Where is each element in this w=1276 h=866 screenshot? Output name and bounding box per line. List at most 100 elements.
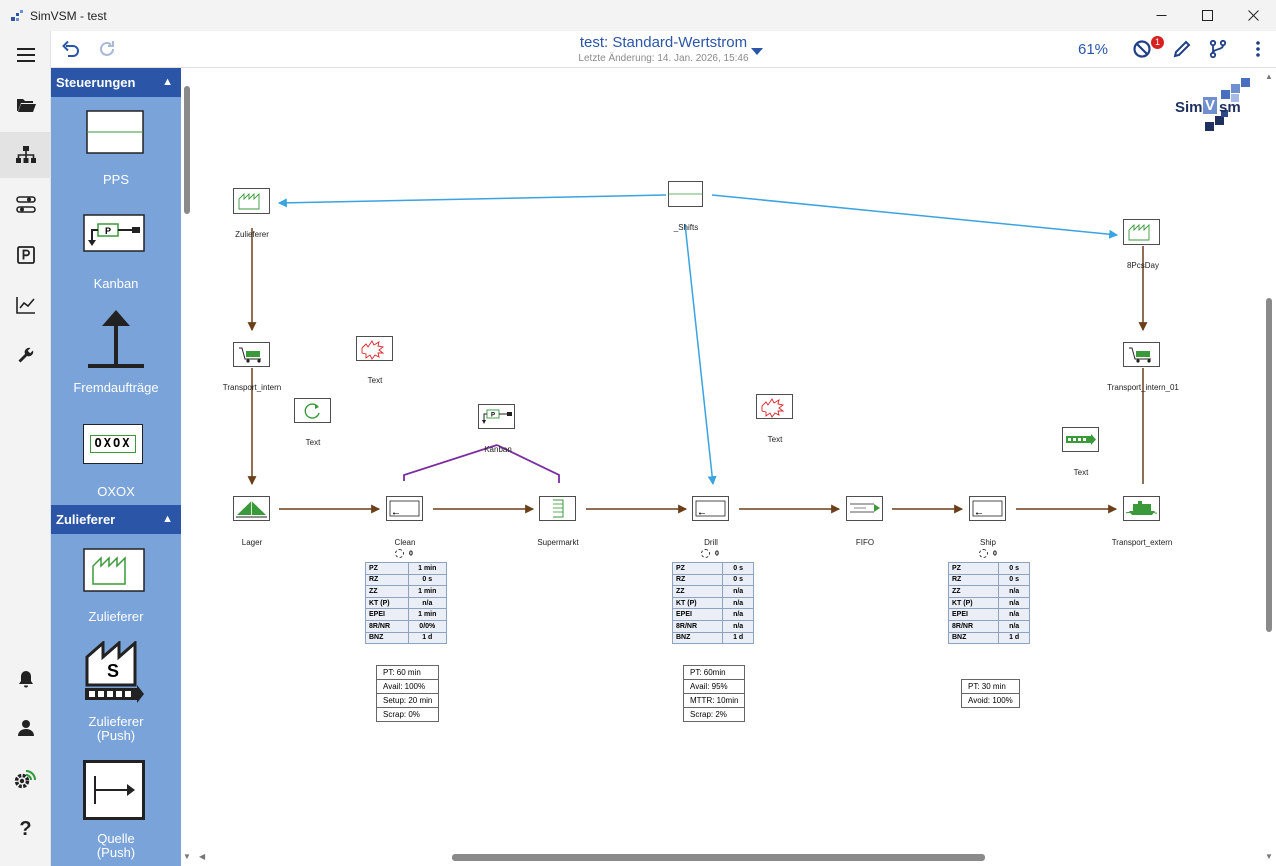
node-fifo[interactable]: [846, 496, 883, 521]
canvas-horizontal-scrollbar[interactable]: ◀: [193, 850, 1262, 866]
folder-icon: [16, 99, 36, 112]
param-row: Setup: 20 min: [375, 693, 440, 708]
process-metric-name: ZZ: [365, 585, 409, 598]
process-metric-value: n/a: [998, 619, 1030, 633]
palette-item-label: OXOX: [97, 484, 135, 499]
palette-item-label: Zulieferer: [88, 609, 144, 624]
minimize-button[interactable]: [1138, 0, 1184, 31]
diagram-canvas[interactable]: Sim V sm Zulieferer _Shifts 8PcsDay Tran…: [181, 68, 1276, 866]
rail-parking-button[interactable]: [0, 232, 51, 278]
node-transport-extern[interactable]: [1123, 496, 1160, 521]
process-table-row: ZZ n/a: [671, 585, 754, 598]
palette-item-zulieferer[interactable]: Zulieferer: [51, 548, 181, 628]
scroll-left-arrow[interactable]: ◀: [199, 852, 205, 861]
process-table-ship: PZ 0 s RZ 0 s ZZ n/a KT (P) n/a EPEI n/a 8R/NR n/a B…: [947, 562, 1030, 645]
palette-section-zulieferer[interactable]: Zulieferer ▲: [51, 505, 181, 534]
node-label-shifts: _Shifts: [673, 223, 699, 232]
palette-item-fremdauftraege[interactable]: Fremdaufträge: [51, 308, 181, 398]
palette-item-oxox[interactable]: OXOX OXOX: [51, 424, 181, 504]
external-order-icon: [88, 310, 144, 368]
node-8pcsday[interactable]: [1123, 219, 1160, 245]
factory-push-letter: S: [107, 661, 119, 681]
palette-section-steuerungen[interactable]: Steuerungen ▲: [51, 68, 181, 97]
more-button[interactable]: [1246, 37, 1270, 61]
canvas-vertical-scrollbar[interactable]: ▲ ▼: [1262, 68, 1276, 866]
document-dropdown-button[interactable]: [745, 39, 769, 63]
maximize-button[interactable]: [1184, 0, 1230, 31]
process-table-row: 8R/NR 0/0%: [365, 619, 448, 633]
more-icon: [1256, 41, 1260, 57]
rail-menu-button[interactable]: [0, 32, 51, 78]
process-metric-name: PZ: [365, 562, 409, 575]
process-metric-value: n/a: [722, 585, 754, 598]
left-scroll-thumb[interactable]: [184, 86, 190, 214]
rail-settings-button[interactable]: [0, 182, 51, 228]
process-table-row: KT (P) n/a: [365, 596, 448, 610]
scroll-down-arrow[interactable]: ▼: [1265, 852, 1273, 861]
wrench-icon: [18, 347, 33, 363]
scroll-up-arrow[interactable]: ▲: [1265, 72, 1273, 81]
node-drill[interactable]: [692, 496, 729, 521]
left-scroll-down-arrow[interactable]: ▼: [183, 852, 191, 861]
maximize-icon: [1201, 10, 1213, 21]
dropdown-icon: [751, 48, 763, 55]
node-text-1[interactable]: [356, 336, 393, 361]
horizontal-scroll-thumb[interactable]: [452, 854, 985, 861]
process-table-row: PZ 0 s: [671, 562, 754, 575]
node-label-ship: Ship: [979, 538, 996, 547]
node-label-lager: Lager: [241, 538, 263, 547]
node-supermarkt[interactable]: [539, 496, 576, 521]
node-label-transport-intern: Transport_intern: [222, 383, 282, 392]
node-shifts[interactable]: [668, 181, 703, 207]
left-vertical-scrollbar[interactable]: ▼: [181, 68, 193, 866]
edit-button[interactable]: [1170, 37, 1194, 61]
rail-user-button[interactable]: [0, 705, 51, 751]
param-value: MTTR: 10min: [682, 693, 746, 708]
rail-notifications-button[interactable]: [0, 656, 51, 702]
node-lager[interactable]: [233, 496, 270, 521]
palette-item-label: PPS: [102, 172, 129, 187]
node-ship[interactable]: [969, 496, 1006, 521]
palette-item-pps[interactable]: PPS: [51, 110, 181, 194]
param-box-clean: PT: 60 min Avail: 100% Setup: 20 min Scrap:…: [375, 665, 440, 722]
palette-item-kanban[interactable]: P Kanban: [51, 214, 181, 298]
process-table-row: ZZ 1 min: [365, 585, 448, 598]
factory-icon: [83, 548, 145, 592]
notification-badge: 1: [1151, 36, 1164, 49]
palette-item-zulieferer-push[interactable]: S Zulieferer (Push): [51, 641, 181, 749]
zoom-level[interactable]: 61%: [1078, 41, 1108, 58]
node-zulieferer[interactable]: [233, 188, 270, 214]
rail-help-button[interactable]: ?: [0, 806, 51, 852]
node-transport-intern[interactable]: [233, 342, 270, 367]
node-text-4[interactable]: [1062, 427, 1099, 452]
vertical-scroll-thumb[interactable]: [1266, 298, 1272, 632]
node-kanban[interactable]: P: [478, 404, 515, 429]
process-metric-value: n/a: [407, 596, 448, 610]
branch-icon: [1209, 39, 1227, 59]
node-label-kanban: Kanban: [484, 445, 512, 454]
rail-hierarchy-button[interactable]: [0, 132, 51, 178]
rail-connection-button[interactable]: [0, 755, 51, 801]
close-button[interactable]: [1230, 0, 1276, 31]
rail-open-button[interactable]: [0, 82, 51, 128]
logo-text-left: Sim: [1175, 99, 1203, 116]
node-text-3[interactable]: [756, 394, 793, 419]
process-metric-value: 0 s: [722, 573, 754, 587]
node-clean[interactable]: [386, 496, 423, 521]
node-transport-intern-01[interactable]: [1123, 342, 1160, 367]
process-table-row: EPEI n/a: [671, 608, 754, 621]
oxox-icon-text: OXOX: [90, 435, 136, 453]
rail-chart-button[interactable]: [0, 282, 51, 328]
param-row: Avail: 100%: [375, 679, 440, 694]
variant-button[interactable]: [1206, 37, 1230, 61]
rail-tools-button[interactable]: [0, 332, 51, 378]
counter-ship: 0: [979, 549, 997, 558]
source-push-icon: [83, 760, 145, 820]
palette-item-label: Fremdaufträge: [73, 380, 159, 395]
counter-value: 0: [714, 550, 719, 558]
symbol-palette: Steuerungen ▲ PPS P Kanban Fremdaufträge…: [51, 68, 181, 866]
process-table-row: 8R/NR n/a: [947, 619, 1030, 633]
palette-item-quelle-push[interactable]: Quelle (Push): [51, 760, 181, 864]
process-metric-name: 8R/NR: [365, 619, 409, 633]
node-text-2[interactable]: [294, 398, 331, 423]
